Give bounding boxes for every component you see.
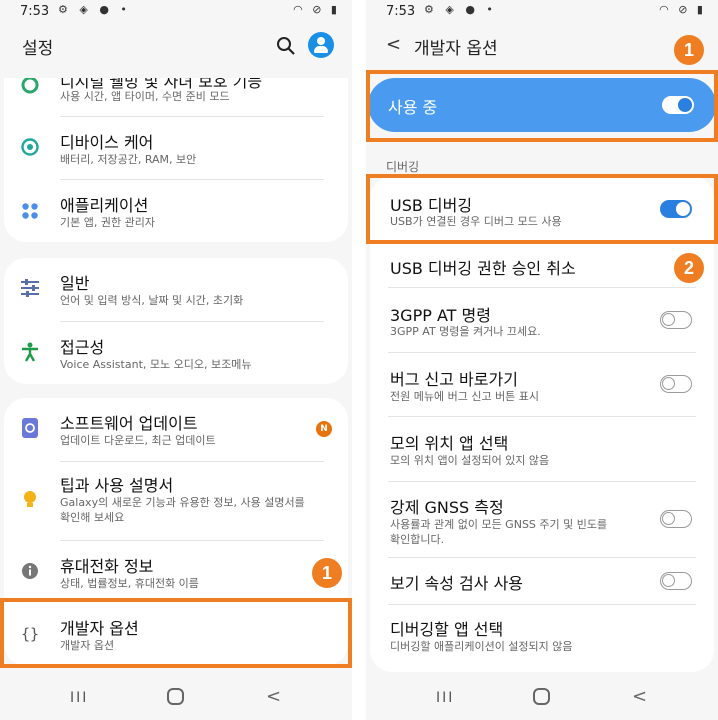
option-title: 디버깅할 앱 선택 <box>390 620 504 639</box>
status-bar: 7:53 ⚙ ◈ ● • ◠ ⊘ ▮ <box>366 0 718 24</box>
item-subtitle: 상태, 법률정보, 휴대전화 이름 <box>60 577 199 590</box>
back-nav-icon[interactable]: < <box>266 686 281 707</box>
system-status-icons: ◠ ⊘ ▮ <box>293 3 340 16</box>
item-title: 디바이스 케어 <box>60 133 154 152</box>
item-subtitle-line2: 확인해 보세요 <box>60 511 125 524</box>
option-force-gnss[interactable]: 강제 GNSS 측정 사용률과 관계 없이 모든 GNSS 주기 및 빈도를 확… <box>370 482 714 557</box>
status-time: 7:53 <box>20 4 50 19</box>
item-subtitle: 사용 시간, 앱 타이머, 수면 준비 모드 <box>60 90 230 103</box>
device-care-icon <box>20 137 40 157</box>
view-attribute-toggle[interactable] <box>660 572 692 590</box>
item-subtitle: 기본 앱, 권한 관리자 <box>60 216 155 229</box>
list-item-device-care[interactable]: 디바이스 케어 배터리, 저장공간, RAM, 보안 <box>4 117 348 179</box>
item-title: 접근성 <box>60 338 105 357</box>
software-update-icon <box>20 418 40 438</box>
option-subtitle: 디버깅할 애플리케이션이 설정되지 않음 <box>390 640 573 653</box>
option-title: USB 디버깅 권한 승인 취소 <box>390 259 576 278</box>
avatar[interactable] <box>308 32 334 58</box>
home-icon[interactable] <box>167 688 184 705</box>
item-subtitle: 배터리, 저장공간, RAM, 보안 <box>60 153 197 166</box>
option-subtitle: 3GPP AT 명령을 켜거나 끄세요. <box>390 325 541 338</box>
option-view-attribute-inspection[interactable]: 보기 속성 검사 사용 <box>370 558 714 604</box>
callout-badge-2: 2 <box>674 253 704 283</box>
list-item-software-update[interactable]: 소프트웨어 업데이트 업데이트 다운로드, 최근 업데이트 N <box>4 398 348 460</box>
item-title: 애플리케이션 <box>60 196 149 215</box>
new-badge: N <box>316 421 332 437</box>
option-subtitle: 전원 메뉴에 버그 신고 버튼 표시 <box>390 390 540 403</box>
accessibility-icon <box>20 342 40 362</box>
option-debug-app-select[interactable]: 디버깅할 앱 선택 디버깅할 애플리케이션이 설정되지 않음 <box>370 605 714 669</box>
info-icon <box>20 561 40 581</box>
option-subtitle-line1: 사용률과 관계 없이 모든 GNSS 주기 및 빈도를 <box>390 518 608 531</box>
item-title: 소프트웨어 업데이트 <box>60 414 198 433</box>
option-subtitle-line2: 확인합니다. <box>390 533 445 546</box>
status-bar: 7:53 ⚙ ◈ ● • ◠ ⊘ ▮ <box>0 0 352 24</box>
list-item-tips[interactable]: 팁과 사용 설명서 Galaxy의 새로운 기능과 유용한 정보, 사용 설명서… <box>4 462 348 540</box>
option-title: 3GPP AT 명령 <box>390 306 491 325</box>
item-subtitle: 언어 및 입력 방식, 날짜 및 시간, 초기화 <box>60 294 244 307</box>
digital-wellbeing-icon <box>20 75 40 95</box>
section-header-debugging: 디버깅 <box>386 160 420 174</box>
callout-badge-1: 1 <box>312 558 342 588</box>
item-subtitle-line1: Galaxy의 새로운 기능과 유용한 정보, 사용 설명서를 <box>60 496 305 509</box>
list-item-applications[interactable]: 애플리케이션 기본 앱, 권한 관리자 <box>4 180 348 242</box>
option-revoke-usb-auth[interactable]: USB 디버깅 권한 승인 취소 <box>370 240 714 287</box>
option-title: 강제 GNSS 측정 <box>390 498 504 517</box>
list-item-phone-info[interactable]: 휴대전화 정보 상태, 법률정보, 휴대전화 이름 <box>4 541 348 603</box>
navigation-bar: III < <box>0 676 352 720</box>
option-title: 보기 속성 검사 사용 <box>390 574 524 593</box>
debug-options-card: USB 디버깅 USB가 연결된 경우 디버그 모드 사용 USB 디버깅 권한… <box>370 176 714 672</box>
option-title: 모의 위치 앱 선택 <box>390 434 509 453</box>
page-title: 개발자 옵션 <box>414 39 498 59</box>
apps-icon <box>20 201 40 221</box>
option-mock-location-app[interactable]: 모의 위치 앱 선택 모의 위치 앱이 설정되어 있지 않음 <box>370 417 714 481</box>
system-status-icons: ◠ ⊘ ▮ <box>659 3 706 16</box>
page-title: 설정 <box>22 39 54 59</box>
developer-header: < 개발자 옵션 <box>366 24 718 68</box>
item-title: 일반 <box>60 274 90 293</box>
option-bug-report-shortcut[interactable]: 버그 신고 바로가기 전원 메뉴에 버그 신고 버튼 표시 <box>370 353 714 416</box>
item-title: 팁과 사용 설명서 <box>60 476 174 495</box>
highlight-usb-debugging <box>366 174 718 244</box>
settings-group-2: 일반 언어 및 입력 방식, 날짜 및 시간, 초기화 접근성 Voice As… <box>4 258 348 384</box>
item-subtitle: 업데이트 다운로드, 최근 업데이트 <box>60 434 216 447</box>
notification-icons: ⚙ ◈ ● • <box>58 3 131 16</box>
option-title: 버그 신고 바로가기 <box>390 370 518 389</box>
settings-screen: 7:53 ⚙ ◈ ● • ◠ ⊘ ▮ 설정 디지털 웰빙 및 자녀 보호 기능 … <box>0 0 352 720</box>
navigation-bar: III < <box>366 676 718 720</box>
list-item-general[interactable]: 일반 언어 및 입력 방식, 날짜 및 시간, 초기화 <box>4 258 348 320</box>
callout-badge-1: 1 <box>674 35 704 65</box>
highlight-developer-options <box>0 598 352 668</box>
general-icon <box>20 278 40 298</box>
back-arrow-icon[interactable]: < <box>386 34 401 55</box>
list-item-accessibility[interactable]: 접근성 Voice Assistant, 모노 오디오, 보조메뉴 <box>4 322 348 384</box>
item-subtitle: Voice Assistant, 모노 오디오, 보조메뉴 <box>60 358 252 371</box>
option-subtitle: 모의 위치 앱이 설정되어 있지 않음 <box>390 454 550 467</box>
bug-report-toggle[interactable] <box>660 375 692 393</box>
settings-header-overlay: 설정 <box>0 24 352 68</box>
3gpp-at-toggle[interactable] <box>660 311 692 329</box>
status-time: 7:53 <box>386 4 416 19</box>
home-icon[interactable] <box>533 688 550 705</box>
recent-apps-icon[interactable]: III <box>436 690 454 706</box>
force-gnss-toggle[interactable] <box>660 510 692 528</box>
recent-apps-icon[interactable]: III <box>70 690 88 706</box>
developer-options-screen: 7:53 ⚙ ◈ ● • ◠ ⊘ ▮ < 개발자 옵션 1 사용 중 디버깅 U… <box>366 0 718 720</box>
highlight-master-switch <box>366 70 718 142</box>
notification-icons: ⚙ ◈ ● • <box>424 3 497 16</box>
search-icon[interactable] <box>276 36 296 56</box>
tips-icon <box>20 490 40 510</box>
item-title: 휴대전화 정보 <box>60 557 154 576</box>
option-3gpp-at[interactable]: 3GPP AT 명령 3GPP AT 명령을 켜거나 끄세요. <box>370 288 714 352</box>
back-nav-icon[interactable]: < <box>632 686 647 707</box>
